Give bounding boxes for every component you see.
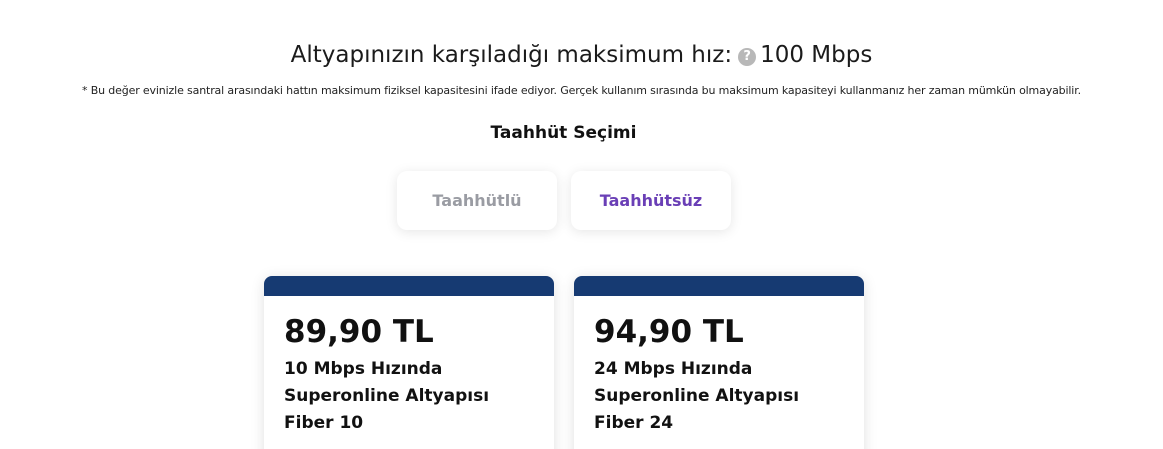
plan-name: Fiber 10 [284,413,364,433]
commitment-option-uncommitted[interactable]: Taahhütsüz [571,171,731,230]
plan-card[interactable]: 94,90 TL 24 Mbps Hızında Superonline Alt… [574,276,864,449]
plan-name: Fiber 24 [594,413,674,433]
plan-price: 94,90 TL [594,314,744,350]
commitment-option-committed[interactable]: Taahhütlü [397,171,557,230]
question-circle-icon[interactable]: ? [738,48,757,66]
plan-card-header-band [264,276,554,296]
max-speed-label: Altyapınızın karşıladığı maksimum hız: [290,42,733,68]
plan-infrastructure: Superonline Altyapısı [284,386,490,406]
plan-infrastructure: Superonline Altyapısı [594,386,800,406]
speed-disclaimer: * Bu değer evinizle santral arasındaki h… [82,84,1081,97]
plan-speed: 24 Mbps Hızında [594,359,753,379]
plan-speed: 10 Mbps Hızında [284,359,443,379]
page: Altyapınızın karşıladığı maksimum hız:? 1… [0,0,1163,449]
commitment-title: Taahhüt Seçimi [490,123,637,143]
max-speed-heading: Altyapınızın karşıladığı maksimum hız:? 1… [0,38,1163,72]
plan-card-header-band [574,276,864,296]
max-speed-value: 100 Mbps [760,42,873,68]
plan-card[interactable]: 89,90 TL 10 Mbps Hızında Superonline Alt… [264,276,554,449]
plan-price: 89,90 TL [284,314,434,350]
